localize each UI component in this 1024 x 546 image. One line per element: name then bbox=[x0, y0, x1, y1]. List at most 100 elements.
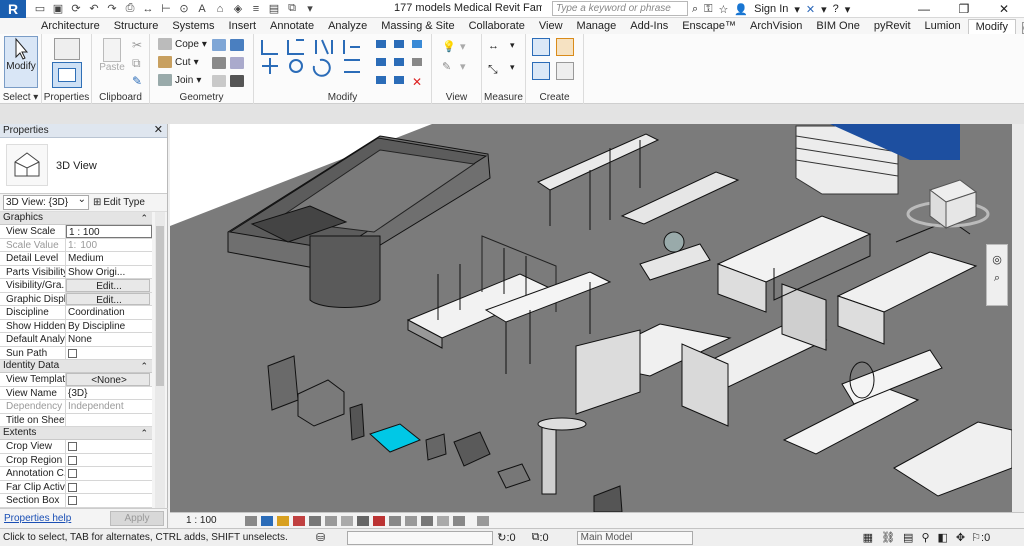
sign-in-dropdown-icon[interactable]: ▾ bbox=[794, 3, 800, 16]
tab-manage[interactable]: Manage bbox=[570, 19, 624, 34]
text-icon[interactable]: A bbox=[194, 2, 210, 16]
print-icon[interactable]: ⎙ bbox=[122, 2, 138, 16]
zoom-icon[interactable]: ⌕ bbox=[987, 272, 1007, 285]
tab-archvision[interactable]: ArchVision bbox=[743, 19, 809, 34]
aligned-dimension-icon[interactable]: ⤡ bbox=[488, 62, 498, 77]
view-dropdown-icon[interactable]: ▾ bbox=[460, 60, 466, 73]
reveal-hidden-icon[interactable] bbox=[388, 515, 401, 526]
type-selector[interactable]: 3D View bbox=[0, 138, 167, 194]
hide-in-view-icon[interactable]: 💡 bbox=[442, 40, 456, 53]
property-group-header[interactable]: Identity Data ⌃ bbox=[0, 360, 152, 373]
remove-paint-icon[interactable] bbox=[212, 75, 226, 87]
close-icon[interactable]: ✕ bbox=[154, 124, 163, 137]
visual-style-icon[interactable] bbox=[260, 515, 273, 526]
property-value[interactable]: <None> bbox=[66, 373, 150, 386]
property-checkbox[interactable] bbox=[68, 496, 77, 505]
select-panel-label[interactable]: Select ▾ bbox=[0, 92, 41, 103]
hammer-icon[interactable] bbox=[230, 75, 244, 87]
shadows-icon[interactable] bbox=[292, 515, 305, 526]
tag-icon[interactable]: ⊙ bbox=[176, 2, 192, 16]
sun-path-icon[interactable] bbox=[276, 515, 289, 526]
demolish-icon[interactable] bbox=[212, 57, 226, 69]
open-icon[interactable]: ▭ bbox=[32, 2, 48, 16]
user-icon[interactable]: 👤 bbox=[734, 3, 748, 16]
tab-architecture[interactable]: Architecture bbox=[34, 19, 107, 34]
show-crop-region-icon[interactable] bbox=[340, 515, 353, 526]
property-checkbox[interactable] bbox=[68, 469, 77, 478]
exchange-icon[interactable]: ✕ bbox=[806, 3, 815, 16]
editing-requests-icon[interactable]: ↻ bbox=[497, 531, 506, 544]
tab-modify[interactable]: Modify bbox=[967, 19, 1016, 34]
tab-bim-one[interactable]: BIM One bbox=[809, 19, 866, 34]
view-scale[interactable]: 1 : 100 bbox=[186, 515, 217, 526]
cope-button[interactable]: Cope ▾ bbox=[158, 38, 207, 50]
active-workset-field[interactable] bbox=[347, 530, 494, 545]
tab-analyze[interactable]: Analyze bbox=[321, 19, 374, 34]
collapse-icon[interactable]: ⌃ bbox=[140, 360, 148, 372]
design-options-icon[interactable]: ⧉ bbox=[532, 531, 540, 544]
highlight-displacement-icon[interactable] bbox=[436, 515, 449, 526]
viewport-scrollbar[interactable] bbox=[1012, 124, 1024, 528]
select-by-face-icon[interactable]: ◧ bbox=[938, 531, 948, 544]
qat-dropdown-icon[interactable]: ▾ bbox=[302, 2, 318, 16]
tab-lumion[interactable]: Lumion bbox=[918, 19, 968, 34]
3d-view-icon[interactable]: ⌂ bbox=[212, 2, 228, 16]
property-value[interactable]: Medium bbox=[66, 252, 152, 265]
create-assembly-icon[interactable] bbox=[532, 38, 550, 56]
property-value[interactable]: Edit... bbox=[66, 279, 150, 292]
cut-button[interactable]: Cut ▾ bbox=[158, 56, 199, 68]
properties-scroll-thumb[interactable] bbox=[156, 226, 164, 386]
detail-level-icon[interactable] bbox=[244, 515, 257, 526]
analytical-model-icon[interactable] bbox=[420, 515, 433, 526]
close-hidden-icon[interactable]: ▤ bbox=[266, 2, 282, 16]
favorites-star-icon[interactable]: ☆ bbox=[719, 3, 729, 16]
app-store-icon[interactable]: ▾ bbox=[821, 3, 827, 16]
property-value[interactable]: Edit... bbox=[66, 292, 150, 305]
select-underlay-icon[interactable]: ▤ bbox=[903, 531, 913, 544]
property-checkbox-cell[interactable] bbox=[66, 346, 152, 359]
measure-icon[interactable]: ↔ bbox=[140, 2, 156, 16]
property-checkbox-cell[interactable] bbox=[66, 467, 152, 480]
reveal-constraints-icon[interactable] bbox=[452, 515, 465, 526]
create-similar-icon[interactable] bbox=[556, 62, 574, 80]
match-properties-icon[interactable]: ✎ bbox=[132, 74, 142, 88]
tab-structure[interactable]: Structure bbox=[107, 19, 166, 34]
apply-button[interactable]: Apply bbox=[110, 511, 164, 526]
navigation-bar[interactable]: ◎ ⌕ bbox=[986, 244, 1008, 306]
sync-icon[interactable]: ⟳ bbox=[68, 2, 84, 16]
property-checkbox-cell[interactable] bbox=[66, 440, 152, 453]
help-dropdown-icon[interactable]: ▾ bbox=[845, 3, 851, 16]
tab-enscape[interactable]: Enscape™ bbox=[675, 19, 743, 34]
property-checkbox-cell[interactable] bbox=[66, 494, 152, 507]
3d-viewport[interactable]: ◎ ⌕ bbox=[170, 124, 1012, 512]
create-group-icon[interactable] bbox=[532, 62, 550, 80]
lock-3d-view-icon[interactable] bbox=[356, 515, 369, 526]
property-group-header[interactable]: Extents ⌃ bbox=[0, 427, 152, 440]
property-group-header[interactable]: Graphics ⌃ bbox=[0, 212, 152, 225]
property-value[interactable]: Show Origi... bbox=[66, 265, 152, 278]
section-icon[interactable]: ◈ bbox=[230, 2, 246, 16]
property-checkbox[interactable] bbox=[68, 348, 77, 358]
split-face-icon[interactable] bbox=[230, 39, 244, 51]
property-checkbox-cell[interactable] bbox=[66, 480, 152, 493]
create-parts-icon[interactable] bbox=[556, 38, 574, 56]
wall-joins-icon[interactable] bbox=[212, 39, 226, 51]
tab-massing-site[interactable]: Massing & Site bbox=[374, 19, 461, 34]
tab-insert[interactable]: Insert bbox=[222, 19, 264, 34]
select-pinned-icon[interactable]: ⚲ bbox=[921, 531, 929, 544]
linework-icon[interactable]: ✎ bbox=[442, 60, 451, 73]
switch-windows-icon[interactable]: ⧉ bbox=[284, 2, 300, 16]
view-bar-more-icon[interactable] bbox=[476, 515, 489, 526]
property-checkbox[interactable] bbox=[68, 455, 77, 465]
search-icon[interactable]: ⌕ bbox=[692, 3, 698, 16]
modify-button[interactable]: Modify bbox=[4, 36, 38, 88]
tab-pyrevit[interactable]: pyRevit bbox=[867, 19, 918, 34]
property-value[interactable]: Coordination bbox=[66, 306, 152, 319]
thin-lines-icon[interactable]: ≡ bbox=[248, 2, 264, 16]
property-value[interactable]: {3D} bbox=[66, 386, 152, 399]
property-value[interactable]: By Discipline bbox=[66, 319, 152, 332]
dimension-dropdown-icon[interactable]: ▾ bbox=[510, 62, 515, 73]
undo-icon[interactable]: ↶ bbox=[86, 2, 102, 16]
properties-icon[interactable] bbox=[52, 62, 82, 88]
collapse-icon[interactable]: ⌃ bbox=[140, 427, 148, 439]
